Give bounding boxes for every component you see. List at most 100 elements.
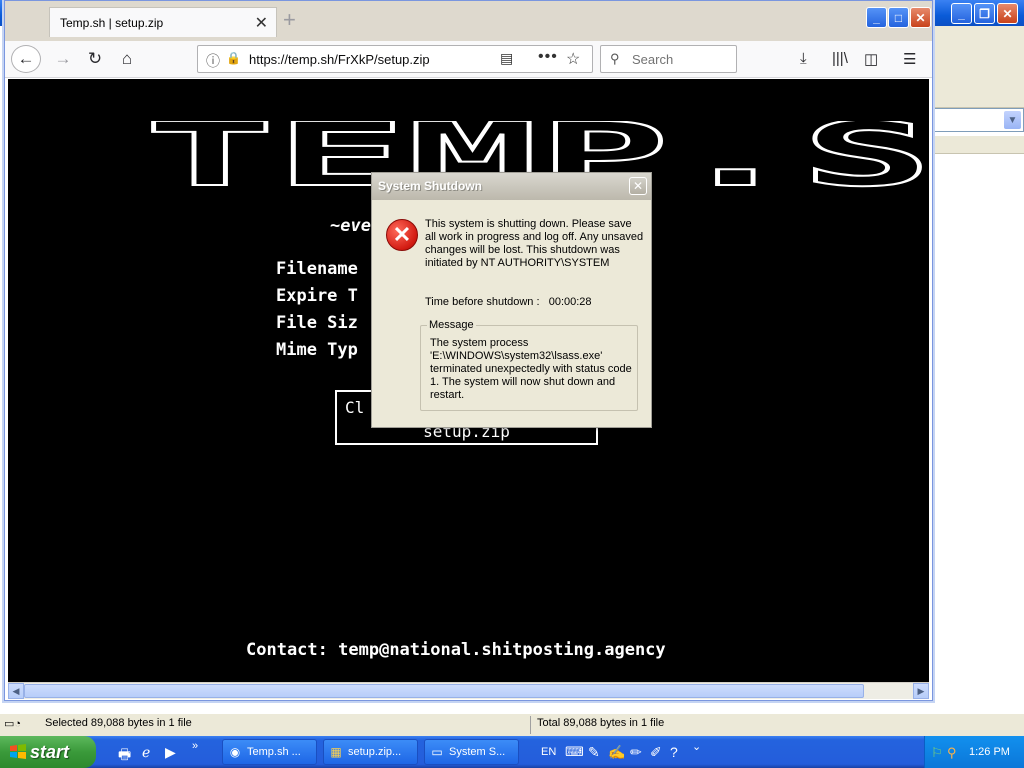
windows-flag-icon xyxy=(10,744,26,759)
info-label: Filename xyxy=(276,259,358,279)
quicklaunch-chevron-icon[interactable]: » xyxy=(192,740,198,752)
input-tool-icon[interactable]: ✐ xyxy=(650,744,662,761)
horizontal-scrollbar[interactable]: ◀ ▶ xyxy=(8,682,929,699)
forward-button[interactable]: → xyxy=(51,45,75,73)
language-options-icon[interactable]: ⌄ xyxy=(692,740,701,753)
search-tray-icon[interactable]: ⚲ xyxy=(947,745,957,761)
timer-label: Time before shutdown : xyxy=(425,296,540,308)
taskbar: start 🖶 ℯ ▶ » ◉ Temp.sh ... ▦ setup.zip.… xyxy=(0,736,1024,768)
contact-email[interactable]: temp@national.shitposting.agency xyxy=(338,640,666,660)
search-icon: ⚲ xyxy=(610,51,620,66)
message-text: The system process 'E:\WINDOWS\system32\… xyxy=(430,337,632,401)
home-button[interactable]: ⌂ xyxy=(115,45,139,73)
reload-icon: ↻ xyxy=(87,49,103,68)
reader-view-icon[interactable]: ▤ xyxy=(500,50,513,67)
nav-bar: ← → ↻ ⌂ ⓘ 🔒 https://temp.sh/FrXkP/setup.… xyxy=(5,41,932,78)
clock[interactable]: 1:26 PM xyxy=(969,746,1010,758)
task-setup-zip[interactable]: ▦ setup.zip... xyxy=(323,739,418,765)
explorer-address-combo[interactable]: ▼ xyxy=(930,108,1024,132)
tab-temp-sh[interactable]: Temp.sh | setup.zip ✕ xyxy=(49,7,277,37)
tab-close-icon[interactable]: ✕ xyxy=(255,13,268,33)
download-line1: Cl xyxy=(345,398,365,417)
lock-icon[interactable]: 🔒 xyxy=(226,51,241,65)
dialog-body: This system is shutting down. Please sav… xyxy=(425,218,644,269)
shutdown-timer: Time before shutdown : 00:00:28 xyxy=(425,296,592,308)
reload-button[interactable]: ↻ xyxy=(83,45,107,73)
browser-minimize-button[interactable]: _ xyxy=(866,7,887,28)
handwriting-icon[interactable]: ✍ xyxy=(608,744,625,761)
timer-value: 00:00:28 xyxy=(548,296,592,308)
back-arrow-icon: ← xyxy=(17,49,35,68)
explorer-statusbar: ▭◔ Selected 89,088 bytes in 1 file Total… xyxy=(0,713,1024,736)
dialog-titlebar[interactable]: System Shutdown ✕ xyxy=(372,173,651,200)
bookmark-star-icon[interactable]: ☆ xyxy=(566,49,580,69)
keyboard-icon[interactable]: ⌨ xyxy=(565,744,584,760)
help-icon[interactable]: ? xyxy=(670,744,678,760)
search-box[interactable]: ⚲ Search xyxy=(600,45,737,73)
info-row-filename: Filenamep xyxy=(276,259,652,279)
drive-icon: ▭◔ xyxy=(4,718,22,730)
chevron-down-icon[interactable]: ▼ xyxy=(1004,111,1021,129)
sidebar-icon[interactable]: ◫ xyxy=(864,50,878,68)
window-icon: ▭ xyxy=(431,745,443,759)
url-bar[interactable]: ⓘ 🔒 https://temp.sh/FrXkP/setup.zip ▤ ••… xyxy=(197,45,593,73)
task-label: setup.zip... xyxy=(348,746,402,758)
browser-close-button[interactable]: ✕ xyxy=(910,7,931,28)
home-icon: ⌂ xyxy=(121,49,133,68)
info-row-filesize: File Siz5 xyxy=(276,313,652,333)
printer-icon[interactable]: 🖶 xyxy=(118,744,131,768)
info-row-mimetype: Mime Typa xyxy=(276,340,652,360)
firefox-icon: ◉ xyxy=(229,745,241,759)
info-label: Mime Typ xyxy=(276,340,358,360)
drawing-pad-icon[interactable]: ✏ xyxy=(630,744,642,761)
status-total: Total 89,088 bytes in 1 file xyxy=(537,717,665,729)
dialog-title: System Shutdown xyxy=(378,179,483,193)
internet-explorer-icon[interactable]: ℯ xyxy=(142,744,150,761)
dialog-close-button[interactable]: ✕ xyxy=(629,177,647,195)
explorer-toolbar xyxy=(930,26,1024,108)
explorer-close-button[interactable]: ✕ xyxy=(997,3,1018,24)
url-text[interactable]: https://temp.sh/FrXkP/setup.zip xyxy=(249,52,430,67)
language-indicator[interactable]: EN xyxy=(541,746,556,758)
scroll-thumb[interactable] xyxy=(24,684,864,698)
scroll-left-icon[interactable]: ◀ xyxy=(8,683,24,699)
browser-maximize-button[interactable]: □ xyxy=(888,7,909,28)
pen-icon[interactable]: ✎ xyxy=(588,744,600,761)
explorer-header-strip xyxy=(930,136,1024,154)
info-row-expire: Expire T5 xyxy=(276,286,652,306)
status-selected: Selected 89,088 bytes in 1 file xyxy=(45,717,192,729)
message-legend: Message xyxy=(427,319,476,331)
tab-title: Temp.sh | setup.zip xyxy=(60,16,164,30)
network-icon[interactable]: ⚐ xyxy=(931,745,943,761)
tagline: ~eve xyxy=(330,216,371,236)
error-icon: ✕ xyxy=(386,219,418,251)
start-button[interactable]: start xyxy=(0,736,96,768)
back-button[interactable]: ← xyxy=(11,45,41,73)
explorer-restore-button[interactable]: ❐ xyxy=(974,3,995,24)
contact-label: Contact: xyxy=(246,640,328,660)
info-label: File Siz xyxy=(276,313,358,333)
system-shutdown-dialog: System Shutdown ✕ ✕ This system is shutt… xyxy=(371,172,652,428)
archive-icon: ▦ xyxy=(330,745,342,759)
menu-icon[interactable]: ☰ xyxy=(903,50,916,68)
explorer-minimize-button[interactable]: _ xyxy=(951,3,972,24)
contact-line: Contact: temp@national.shitposting.agenc… xyxy=(246,640,666,660)
search-placeholder: Search xyxy=(632,52,674,67)
scroll-right-icon[interactable]: ▶ xyxy=(913,683,929,699)
task-label: Temp.sh ... xyxy=(247,746,301,758)
page-actions-icon[interactable]: ••• xyxy=(538,48,558,66)
library-icon[interactable]: |||\ xyxy=(832,50,848,67)
task-system-shutdown[interactable]: ▭ System S... xyxy=(424,739,519,765)
media-player-icon[interactable]: ▶ xyxy=(165,744,176,761)
info-label: Expire T xyxy=(276,286,358,306)
task-firefox[interactable]: ◉ Temp.sh ... xyxy=(222,739,317,765)
message-group: Message The system process 'E:\WINDOWS\s… xyxy=(420,319,638,411)
new-tab-icon[interactable]: + xyxy=(283,7,296,33)
task-label: System S... xyxy=(449,746,506,758)
tab-bar: Temp.sh | setup.zip ✕ + _ □ ✕ xyxy=(5,1,932,41)
forward-arrow-icon: → xyxy=(54,49,72,68)
downloads-icon[interactable]: ⤓ xyxy=(800,50,807,67)
info-icon[interactable]: ⓘ xyxy=(206,51,220,71)
start-label: start xyxy=(30,741,70,762)
system-tray: ⚐ ⚲ 1:26 PM xyxy=(924,736,1024,768)
